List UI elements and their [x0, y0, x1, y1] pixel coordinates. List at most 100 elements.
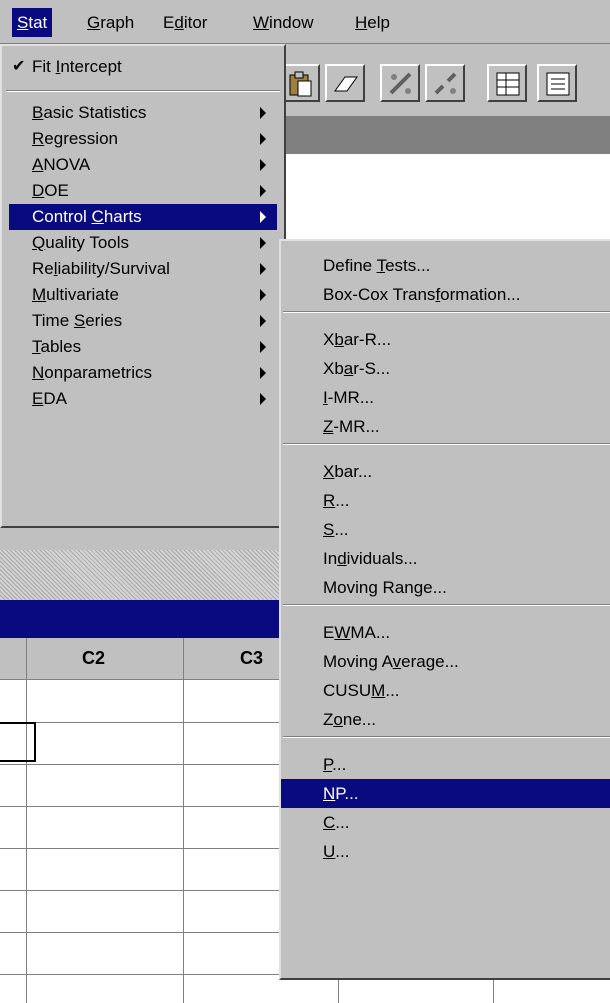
menu-editor-mnemonic: d — [174, 13, 184, 32]
menu-item-mnemonic: B — [32, 103, 44, 122]
connect-icon — [389, 72, 412, 95]
menu-item-r[interactable]: R... — [281, 486, 610, 515]
menu-help-mnemonic: H — [355, 13, 368, 32]
control-charts-submenu: Define Tests... Box-Cox Transformation...… — [279, 239, 610, 980]
menu-item-cusum[interactable]: CUSUM... — [281, 676, 610, 705]
menu-item-define-tests[interactable]: Define Tests... — [281, 251, 610, 280]
submenu-arrow-icon — [260, 211, 266, 223]
connect-button[interactable] — [380, 64, 420, 102]
menu-item-text-pre: Moving A — [323, 652, 393, 671]
submenu-arrow-icon — [260, 133, 266, 145]
menu-item-anova[interactable]: ANOVA — [9, 152, 277, 178]
menu-separator — [6, 90, 280, 92]
menu-item-text-pre: Time — [32, 311, 74, 330]
worksheet-button[interactable] — [487, 64, 527, 102]
menu-item-label: EWMA... — [323, 618, 390, 647]
menu-item-moving-range[interactable]: Moving Range... — [281, 573, 610, 602]
menu-item-text-pre: Xb — [323, 359, 344, 378]
menu-item-text-pre: X — [323, 330, 335, 349]
menu-item-individuals[interactable]: Individuals... — [281, 544, 610, 573]
menu-item-text-post: NOVA — [43, 155, 91, 174]
submenu-arrow-icon — [260, 237, 266, 249]
menu-item-label: Control Charts — [32, 204, 142, 230]
menu-item-text-post: -MR... — [327, 388, 375, 407]
menu-item-text-pre: Box-Cox Trans — [323, 285, 436, 304]
menu-item-label: EDA — [32, 386, 67, 412]
menu-item-label: Multivariate — [32, 282, 119, 308]
disconnect-button[interactable] — [425, 64, 465, 102]
menu-item-label: Regression — [32, 126, 118, 152]
menu-item-text-post: ormation... — [440, 285, 521, 304]
menu-item-text-post: OE — [44, 181, 69, 200]
menu-item-text-post: iability/Survival — [57, 259, 170, 278]
menu-item-text-post: ar-R... — [343, 330, 392, 349]
menu-item-reliability-survival[interactable]: Reliability/Survival — [9, 256, 277, 282]
menu-item-fit-intercept-label: Fit Intercept — [32, 52, 122, 82]
menu-separator — [283, 443, 610, 445]
menu-graph[interactable]: Graph — [82, 8, 139, 37]
session-button[interactable] — [537, 64, 577, 102]
menu-item-fit-intercept[interactable]: ✔ Fit Intercept — [2, 52, 284, 82]
menu-item-mnemonic: X — [323, 462, 335, 481]
paste-button[interactable] — [280, 64, 320, 102]
menu-help[interactable]: Help — [350, 8, 395, 37]
menu-item-basic-statistics[interactable]: Basic Statistics — [9, 100, 277, 126]
menu-window[interactable]: Window — [248, 8, 318, 37]
menu-item-i-mr[interactable]: I-MR... — [281, 383, 610, 412]
grid-column-divider — [26, 638, 27, 1003]
menu-item-c[interactable]: C... — [281, 808, 610, 837]
menu-item-mnemonic: o — [333, 710, 343, 729]
menu-item-mnemonic: d — [337, 549, 347, 568]
menu-item-z-mr[interactable]: Z-MR... — [281, 412, 610, 441]
menu-item-tables[interactable]: Tables — [9, 334, 277, 360]
menu-window-label: indow — [269, 13, 314, 32]
menu-item-p[interactable]: P... — [281, 750, 610, 779]
menu-item-mnemonic: T — [32, 337, 41, 356]
menu-stat-label: tat — [28, 13, 48, 32]
menu-item-time-series[interactable]: Time Series — [9, 308, 277, 334]
menu-item-box-cox-transformation[interactable]: Box-Cox Transformation... — [281, 280, 610, 309]
menu-item-doe[interactable]: DOE — [9, 178, 277, 204]
column-header-c2[interactable]: C2 — [82, 648, 105, 669]
menu-item-zone[interactable]: Zone... — [281, 705, 610, 734]
clear-button[interactable] — [325, 64, 365, 102]
menu-item-mnemonic: W — [334, 623, 351, 642]
menu-item-xbar-s[interactable]: Xbar-S... — [281, 354, 610, 383]
menu-item-mnemonic: R — [32, 129, 45, 148]
menu-item-text-post: erage... — [401, 652, 459, 671]
menu-item-mnemonic: Q — [32, 233, 46, 252]
menu-item-label: Xbar... — [323, 457, 372, 486]
menu-item-quality-tools[interactable]: Quality Tools — [9, 230, 277, 256]
menu-item-mnemonic: b — [334, 330, 344, 349]
menu-item-text-post: eries — [85, 311, 123, 330]
menu-item-nonparametrics[interactable]: Nonparametrics — [9, 360, 277, 386]
menu-stat[interactable]: Stat — [12, 8, 53, 37]
worksheet-icon — [496, 72, 520, 96]
menu-item-text-post: ... — [335, 813, 350, 832]
menu-item-text-post: harts — [103, 207, 142, 226]
menu-editor[interactable]: Editor — [158, 8, 212, 37]
menu-window-mnemonic: W — [253, 13, 270, 32]
menu-item-label: C... — [323, 808, 349, 837]
menu-bar: Stat Graph Editor Window Help — [0, 0, 610, 44]
menu-item-text-post: ne... — [342, 710, 376, 729]
menu-item-text-pre: Re — [32, 259, 54, 278]
menu-item-text-post: ables — [40, 337, 82, 356]
menu-item-xbar-r[interactable]: Xbar-R... — [281, 325, 610, 354]
menu-item-label: Xbar-S... — [323, 354, 390, 383]
menu-item-label: Basic Statistics — [32, 100, 146, 126]
column-header-c3[interactable]: C3 — [240, 648, 263, 669]
menu-item-ewma[interactable]: EWMA... — [281, 618, 610, 647]
menu-item-regression[interactable]: Regression — [9, 126, 277, 152]
active-cell[interactable] — [0, 722, 36, 762]
menu-item-u[interactable]: U... — [281, 837, 610, 866]
menu-item-label: ANOVA — [32, 152, 90, 178]
menu-item-xbar[interactable]: Xbar... — [281, 457, 610, 486]
menu-item-np[interactable]: NP... — [281, 779, 610, 808]
menu-item-moving-average[interactable]: Moving Average... — [281, 647, 610, 676]
menu-item-s[interactable]: S... — [281, 515, 610, 544]
menu-item-multivariate[interactable]: Multivariate — [9, 282, 277, 308]
menu-item-control-charts[interactable]: Control Charts — [9, 204, 277, 230]
menu-item-eda[interactable]: EDA — [9, 386, 277, 412]
menu-item-label: Zone... — [323, 705, 376, 734]
